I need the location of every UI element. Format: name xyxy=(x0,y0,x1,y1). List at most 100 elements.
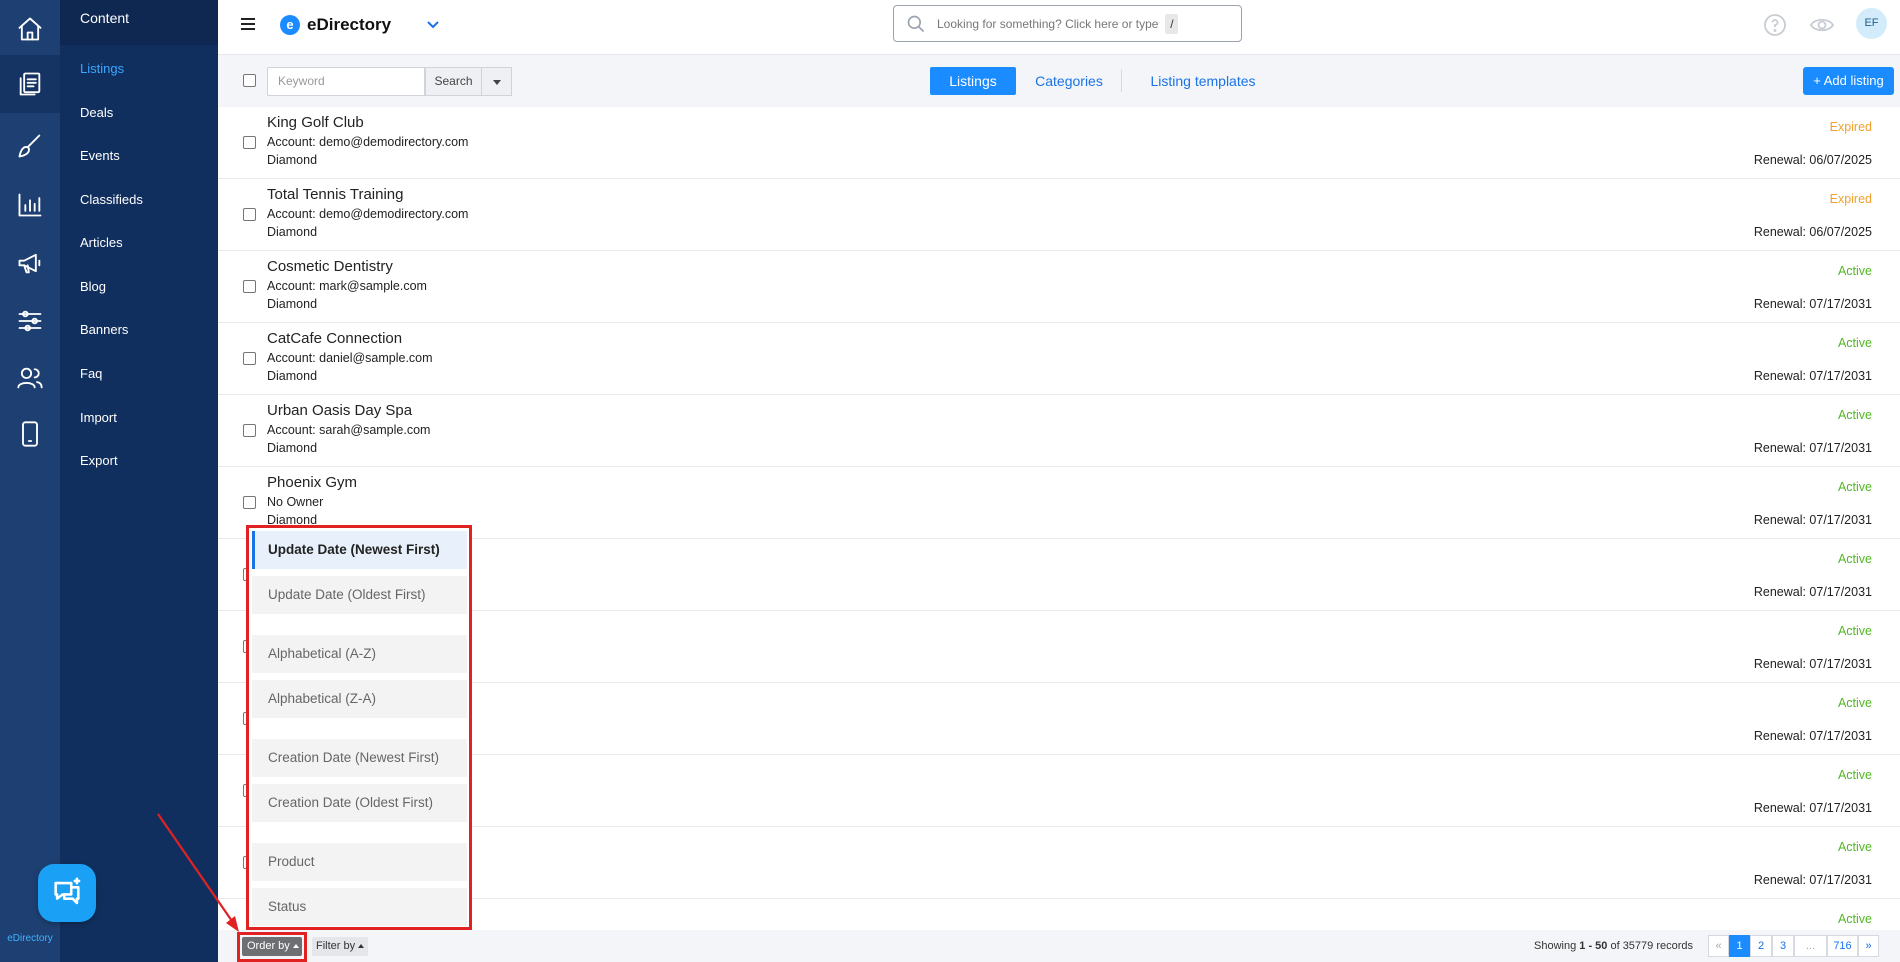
listing-title[interactable]: Phoenix Gym xyxy=(267,474,357,491)
page-2[interactable]: 2 xyxy=(1750,935,1772,957)
rail-design[interactable] xyxy=(0,117,60,175)
rail-content[interactable] xyxy=(0,55,60,113)
page-3[interactable]: 3 xyxy=(1772,935,1794,957)
tab-categories[interactable]: Categories xyxy=(1029,67,1109,95)
chat-bubble-icon xyxy=(54,877,81,905)
order-by-menu: Update Date (Newest First) Update Date (… xyxy=(246,525,472,930)
search-placeholder: Looking for something? Click here or typ… xyxy=(937,16,1159,31)
hamburger-menu-icon[interactable] xyxy=(241,18,255,30)
submenu-item-banners[interactable]: Banners xyxy=(80,322,128,337)
listing-level: Diamond xyxy=(267,153,318,167)
order-option-update-newest[interactable]: Update Date (Newest First) xyxy=(252,531,467,569)
status-badge: Active xyxy=(1837,840,1872,854)
listing-renewal: Renewal: 07/17/2031 xyxy=(1753,441,1872,455)
listing-level: Diamond xyxy=(267,369,318,383)
listing-account: Account: demo@demodirectory.com xyxy=(267,135,469,149)
brand-name: eDirectory xyxy=(307,15,392,34)
search-button[interactable]: Search xyxy=(425,67,482,96)
order-option-created-oldest[interactable]: Creation Date (Oldest First) xyxy=(252,784,467,822)
submenu-item-listings[interactable]: Listings xyxy=(80,61,124,76)
submenu-item-events[interactable]: Events xyxy=(80,148,120,163)
search-options-caret[interactable] xyxy=(482,67,512,96)
listing-account: Account: daniel@sample.com xyxy=(267,351,433,365)
order-by-button[interactable]: Order by xyxy=(242,937,302,956)
listing-row: Cosmetic Dentistry Account: mark@sample.… xyxy=(218,251,1900,323)
promote-icon xyxy=(18,253,41,274)
listing-title[interactable]: King Golf Club xyxy=(267,114,364,131)
row-checkbox[interactable] xyxy=(243,352,256,365)
order-option-product[interactable]: Product xyxy=(252,843,467,881)
row-checkbox[interactable] xyxy=(243,424,256,437)
listing-account: No Owner xyxy=(267,495,324,509)
add-listing-button[interactable]: + Add listing xyxy=(1803,67,1894,95)
submenu-item-faq[interactable]: Faq xyxy=(80,366,102,381)
row-checkbox[interactable] xyxy=(243,496,256,509)
submenu-item-blog[interactable]: Blog xyxy=(80,279,106,294)
page-prev[interactable]: « xyxy=(1708,935,1729,957)
select-all-checkbox[interactable] xyxy=(243,74,256,87)
mobile-icon xyxy=(22,421,38,447)
tab-listings[interactable]: Listings xyxy=(930,67,1016,95)
rail-users[interactable] xyxy=(0,349,60,407)
listing-renewal: Renewal: 07/17/2031 xyxy=(1753,297,1872,311)
submenu-item-articles[interactable]: Articles xyxy=(80,235,123,250)
rail-promote[interactable] xyxy=(0,234,60,292)
listing-renewal: Renewal: 07/17/2031 xyxy=(1753,657,1872,671)
records-summary: Showing 1 - 50 of 35779 records xyxy=(1534,940,1694,952)
listing-title[interactable]: Urban Oasis Day Spa xyxy=(267,402,412,419)
global-search-input[interactable]: Looking for something? Click here or typ… xyxy=(893,5,1242,42)
status-badge: Active xyxy=(1837,912,1872,926)
chat-button[interactable] xyxy=(38,864,96,922)
keyword-input[interactable]: Keyword xyxy=(267,67,425,96)
status-badge: Active xyxy=(1837,552,1872,566)
brand[interactable]: e eDirectory xyxy=(280,15,391,35)
submenu-item-export[interactable]: Export xyxy=(80,453,118,468)
submenu-title: Content xyxy=(60,0,218,45)
order-option-update-oldest[interactable]: Update Date (Oldest First) xyxy=(252,576,467,614)
design-icon xyxy=(18,134,41,158)
rail-settings[interactable] xyxy=(0,292,60,350)
listing-renewal: Renewal: 07/17/2031 xyxy=(1753,369,1872,383)
row-checkbox[interactable] xyxy=(243,280,256,293)
listing-title[interactable]: Cosmetic Dentistry xyxy=(267,258,393,275)
listing-renewal: Renewal: 06/07/2025 xyxy=(1753,153,1872,167)
chevron-down-icon[interactable] xyxy=(425,16,441,32)
reports-icon xyxy=(18,193,42,217)
rail-mobile[interactable] xyxy=(0,405,60,463)
page-716[interactable]: 716 xyxy=(1827,935,1858,957)
listing-level: Diamond xyxy=(267,297,318,311)
caret-up-icon xyxy=(292,944,299,949)
listing-renewal: Renewal: 07/17/2031 xyxy=(1753,513,1872,527)
rail-brand-text: eDirectory xyxy=(7,933,53,944)
tab-listing-templates[interactable]: Listing templates xyxy=(1133,67,1273,95)
listing-title[interactable]: CatCafe Connection xyxy=(267,330,402,347)
submenu-item-classifieds[interactable]: Classifieds xyxy=(80,192,143,207)
listing-level: Diamond xyxy=(267,225,318,239)
row-checkbox[interactable] xyxy=(243,136,256,149)
rail-reports[interactable] xyxy=(0,176,60,234)
listing-renewal: Renewal: 06/07/2025 xyxy=(1753,225,1872,239)
listing-account: Account: demo@demodirectory.com xyxy=(267,207,469,221)
filter-by-button[interactable]: Filter by xyxy=(312,937,368,956)
rail-home[interactable] xyxy=(0,0,60,58)
avatar[interactable]: EF xyxy=(1856,8,1887,39)
page-1[interactable]: 1 xyxy=(1729,935,1750,957)
listing-renewal: Renewal: 07/17/2031 xyxy=(1753,729,1872,743)
listing-account: Account: sarah@sample.com xyxy=(267,423,431,437)
order-option-created-newest[interactable]: Creation Date (Newest First) xyxy=(252,739,467,777)
order-option-alpha-az[interactable]: Alphabetical (A-Z) xyxy=(252,635,467,673)
order-option-alpha-za[interactable]: Alphabetical (Z-A) xyxy=(252,680,467,718)
listing-renewal: Renewal: 07/17/2031 xyxy=(1753,585,1872,599)
row-checkbox[interactable] xyxy=(243,208,256,221)
eye-icon[interactable] xyxy=(1809,13,1835,37)
submenu-item-deals[interactable]: Deals xyxy=(80,105,113,120)
page-next[interactable]: » xyxy=(1858,935,1879,957)
listing-renewal: Renewal: 07/17/2031 xyxy=(1753,873,1872,887)
listing-title[interactable]: Total Tennis Training xyxy=(267,186,403,203)
page-ellipsis: ... xyxy=(1794,935,1827,957)
listing-row: King Golf Club Account: demo@demodirecto… xyxy=(218,107,1900,179)
order-by-label: Order by xyxy=(247,940,290,952)
help-icon[interactable] xyxy=(1763,13,1787,37)
order-option-status[interactable]: Status xyxy=(252,888,467,926)
submenu-item-import[interactable]: Import xyxy=(80,410,117,425)
